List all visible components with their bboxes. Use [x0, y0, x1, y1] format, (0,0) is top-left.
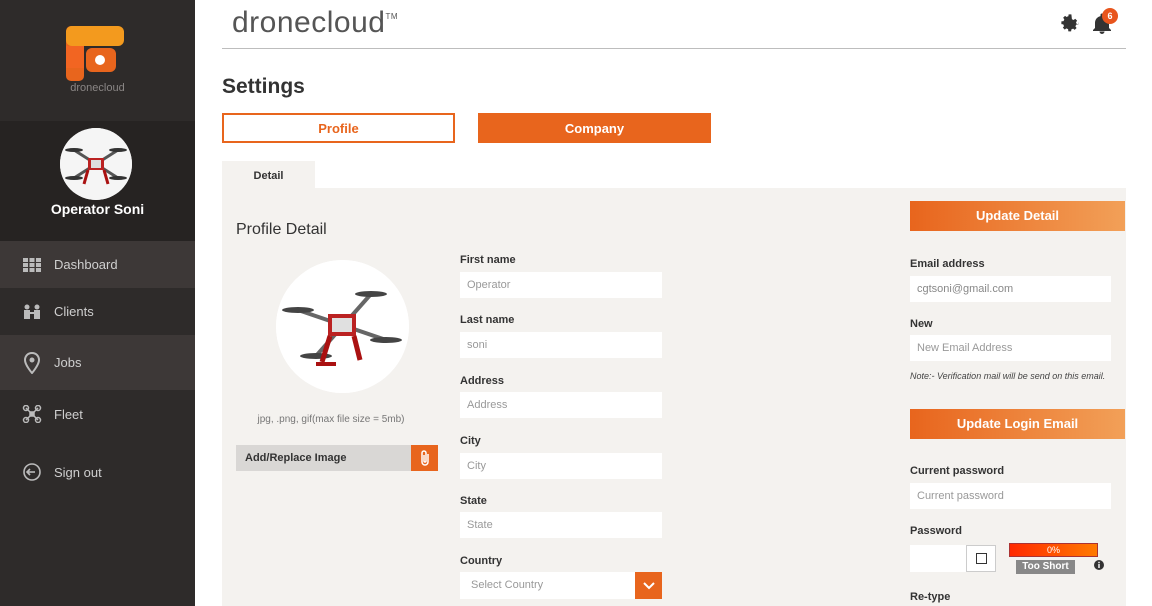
first-name-field[interactable] — [460, 272, 662, 298]
sidebar-item-label: Dashboard — [54, 257, 118, 272]
section-title: Profile Detail — [236, 221, 327, 238]
password-strength-label: Too Short — [1016, 560, 1075, 574]
password-strength-bar: 0% — [1009, 543, 1098, 557]
trademark: TM — [385, 12, 399, 21]
city-field[interactable] — [460, 453, 662, 479]
page-title: Settings — [222, 75, 305, 98]
sidebar: dronecloud Operator Soni Dashboard Clien… — [0, 0, 195, 606]
paperclip-icon — [420, 450, 429, 466]
header-divider — [222, 48, 1126, 49]
email-label: Email address — [910, 258, 985, 270]
state-field[interactable] — [460, 512, 662, 538]
sidebar-item-label: Clients — [54, 304, 94, 319]
attach-button[interactable] — [411, 445, 438, 471]
map-pin-icon — [22, 351, 42, 374]
app-title-text: dronecloud — [232, 6, 386, 39]
show-password-toggle[interactable] — [966, 545, 996, 572]
detail-panel — [222, 188, 1126, 606]
sidebar-item-label: Jobs — [54, 355, 82, 370]
new-email-field[interactable] — [910, 335, 1111, 361]
verification-note: Note:- Verification mail will be send on… — [910, 371, 1106, 381]
logo-text: dronecloud — [70, 82, 125, 94]
current-password-field[interactable] — [910, 483, 1111, 509]
clients-icon — [22, 302, 42, 322]
retype-label: Re-type — [910, 591, 951, 603]
current-password-label: Current password — [910, 465, 1005, 477]
password-field[interactable] — [910, 545, 966, 572]
sign-out-icon — [22, 462, 42, 482]
app-title: dronecloudTM — [232, 6, 398, 40]
grid-icon — [22, 255, 42, 275]
checkbox[interactable] — [975, 553, 987, 564]
sidebar-item-label: Fleet — [54, 406, 83, 422]
first-name-label: First name — [460, 254, 516, 266]
user-profile: Operator Soni — [0, 121, 195, 241]
update-login-email-button[interactable]: Update Login Email — [910, 409, 1125, 439]
password-label: Password — [910, 525, 962, 537]
notification-badge: 6 — [1102, 8, 1118, 24]
email-field[interactable] — [910, 276, 1111, 302]
address-label: Address — [460, 375, 505, 387]
state-label: State — [460, 495, 487, 507]
info-icon[interactable] — [1094, 560, 1104, 570]
avatar[interactable] — [60, 128, 132, 200]
last-name-field[interactable] — [460, 332, 662, 358]
last-name-label: Last name — [460, 314, 515, 326]
image-hint: jpg, .png, gif(max file size = 5mb) — [257, 414, 405, 425]
country-label: Country — [460, 555, 503, 567]
country-select[interactable]: Select Country — [460, 572, 636, 599]
tab-detail[interactable]: Detail — [222, 161, 315, 188]
user-name[interactable]: Operator Soni — [0, 201, 195, 217]
update-detail-button[interactable]: Update Detail — [910, 201, 1125, 231]
sidebar-item-label: Sign out — [54, 464, 102, 480]
city-label: City — [460, 435, 481, 447]
sidebar-item-dashboard[interactable]: Dashboard — [0, 241, 195, 288]
new-email-label: New — [910, 318, 933, 330]
gear-icon[interactable] — [1059, 12, 1081, 34]
sidebar-item-jobs[interactable]: Jobs — [0, 335, 195, 390]
drone-photo-icon — [60, 128, 132, 200]
tab-profile[interactable]: Profile — [222, 113, 455, 143]
drone-icon — [22, 404, 42, 424]
sidebar-item-sign-out[interactable]: Sign out — [0, 450, 195, 494]
profile-image — [276, 260, 409, 393]
drone-photo-icon — [276, 260, 409, 393]
chevron-down-icon — [642, 581, 655, 589]
tab-company[interactable]: Company — [478, 113, 711, 143]
add-image-button[interactable]: Add/Replace Image — [236, 445, 411, 471]
country-dropdown-button[interactable] — [635, 572, 662, 599]
address-field[interactable] — [460, 392, 662, 418]
sidebar-item-clients[interactable]: Clients — [0, 288, 195, 335]
sidebar-item-fleet[interactable]: Fleet — [0, 390, 195, 438]
